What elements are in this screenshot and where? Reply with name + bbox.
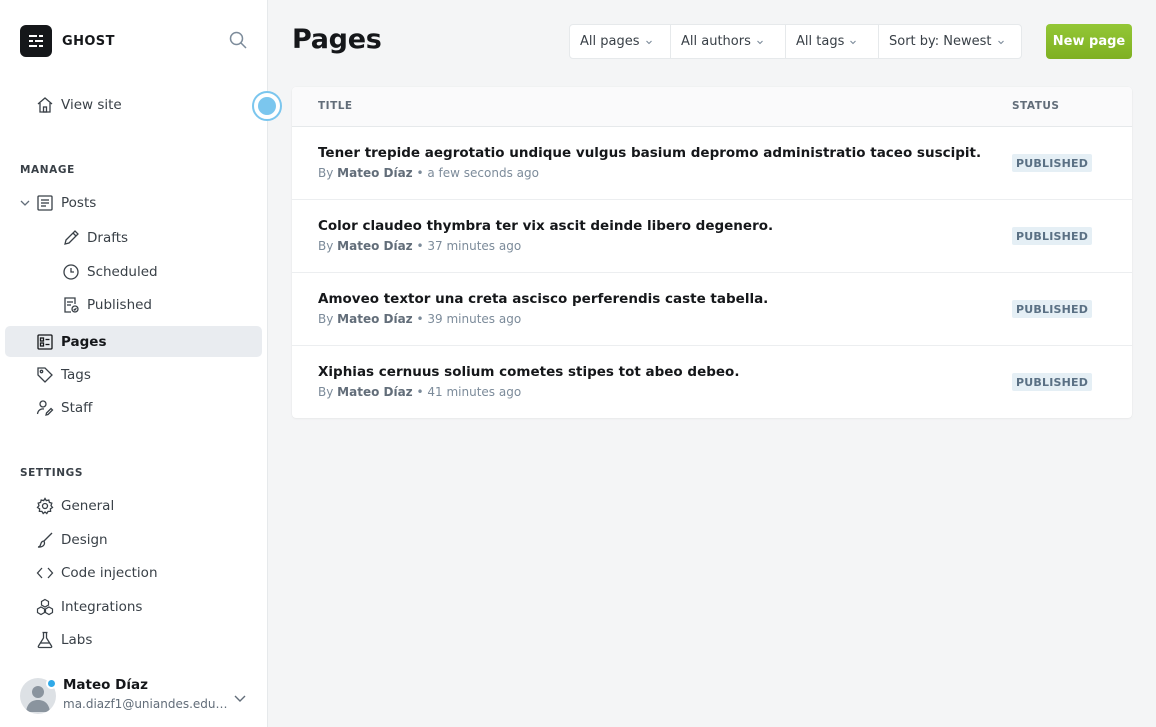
sidebar-item-label: Labs bbox=[61, 631, 93, 648]
page-title-cell[interactable]: Color claudeo thymbra ter vix ascit dein… bbox=[318, 218, 773, 234]
page-meta: By Mateo Díaz • 37 minutes ago bbox=[318, 239, 522, 253]
sidebar-item-label: Posts bbox=[61, 194, 97, 211]
sidebar-item-scheduled[interactable]: Scheduled bbox=[5, 256, 262, 287]
filter-label: All tags bbox=[796, 34, 845, 49]
sidebar-item-posts[interactable]: Posts bbox=[5, 187, 262, 218]
manage-heading: MANAGE bbox=[20, 164, 75, 176]
home-icon bbox=[36, 96, 54, 114]
notification-dot bbox=[46, 678, 57, 689]
sidebar-item-code-injection[interactable]: Code injection bbox=[5, 557, 262, 588]
table-row[interactable]: Tener trepide aegrotatio undique vulgus … bbox=[292, 127, 1132, 200]
user-email: ma.diazf1@uniandes.edu.co bbox=[63, 697, 228, 711]
page-meta: By Mateo Díaz • 39 minutes ago bbox=[318, 312, 522, 326]
brand-name: GHOST bbox=[62, 33, 115, 49]
filter-label: All pages bbox=[580, 34, 640, 49]
sidebar-item-published[interactable]: Published bbox=[5, 289, 262, 320]
sidebar-item-label: Tags bbox=[61, 366, 91, 383]
sidebar-item-label: Pages bbox=[61, 333, 107, 350]
table-row[interactable]: Color claudeo thymbra ter vix ascit dein… bbox=[292, 200, 1132, 273]
status-badge: PUBLISHED bbox=[1012, 373, 1093, 391]
sort-select[interactable]: Sort by: Newest bbox=[879, 25, 1021, 58]
sidebar-item-label: General bbox=[61, 497, 115, 514]
sidebar: GHOST View site MANAGE Posts Drafts Sche… bbox=[0, 0, 282, 727]
status-badge: PUBLISHED bbox=[1012, 300, 1093, 318]
sidebar-item-tags[interactable]: Tags bbox=[5, 359, 262, 390]
table-row[interactable]: Xiphias cernuus solium cometes stipes to… bbox=[292, 346, 1132, 419]
table-header: TITLE STATUS bbox=[292, 87, 1132, 127]
sidebar-item-label: Staff bbox=[61, 399, 93, 416]
page-title-cell[interactable]: Amoveo textor una creta ascisco perferen… bbox=[318, 291, 768, 307]
flask-icon bbox=[36, 631, 54, 649]
sidebar-item-general[interactable]: General bbox=[5, 490, 262, 521]
author-name: Mateo Díaz bbox=[337, 166, 413, 180]
chevron-down-icon[interactable] bbox=[19, 197, 31, 209]
filter-bar: All pages All authors All tags Sort by: … bbox=[569, 24, 1022, 59]
sidebar-item-label: View site bbox=[61, 96, 122, 113]
clock-icon bbox=[62, 263, 80, 281]
sidebar-item-label: Integrations bbox=[61, 598, 143, 615]
check-document-icon bbox=[62, 296, 80, 314]
cubes-icon bbox=[36, 598, 54, 616]
page-meta: By Mateo Díaz • 41 minutes ago bbox=[318, 385, 522, 399]
document-icon bbox=[36, 194, 54, 212]
filter-author-select[interactable]: All authors bbox=[671, 25, 786, 58]
user-name: Mateo Díaz bbox=[63, 677, 148, 693]
column-header-status: STATUS bbox=[1012, 100, 1060, 112]
filter-label: All authors bbox=[681, 34, 751, 49]
code-icon bbox=[36, 564, 54, 582]
chevron-down-icon[interactable] bbox=[233, 690, 247, 704]
pages-table: TITLE STATUS Tener trepide aegrotatio un… bbox=[292, 87, 1132, 418]
brand[interactable]: GHOST bbox=[20, 25, 115, 57]
brush-icon bbox=[36, 531, 54, 549]
page-title-cell[interactable]: Xiphias cernuus solium cometes stipes to… bbox=[318, 364, 739, 380]
page-title-cell[interactable]: Tener trepide aegrotatio undique vulgus … bbox=[318, 145, 981, 161]
pages-icon bbox=[36, 333, 54, 351]
column-header-title: TITLE bbox=[318, 100, 353, 112]
settings-heading: SETTINGS bbox=[20, 467, 83, 479]
user-pen-icon bbox=[36, 399, 54, 417]
sidebar-item-design[interactable]: Design bbox=[5, 524, 262, 555]
chevron-down-icon bbox=[756, 40, 763, 44]
sidebar-item-drafts[interactable]: Drafts bbox=[5, 222, 262, 253]
sidebar-item-label: Drafts bbox=[87, 229, 129, 246]
tag-icon bbox=[36, 366, 54, 384]
chevron-down-icon bbox=[997, 40, 1004, 44]
new-page-button[interactable]: New page bbox=[1046, 24, 1132, 59]
pencil-icon bbox=[62, 229, 80, 247]
status-badge: PUBLISHED bbox=[1012, 227, 1093, 245]
chevron-down-icon bbox=[645, 40, 652, 44]
table-row[interactable]: Amoveo textor una creta ascisco perferen… bbox=[292, 273, 1132, 346]
ghost-logo-icon bbox=[20, 25, 52, 57]
sidebar-item-label: Published bbox=[87, 296, 152, 313]
filter-tag-select[interactable]: All tags bbox=[786, 25, 879, 58]
sidebar-item-labs[interactable]: Labs bbox=[5, 624, 262, 655]
page-meta: By Mateo Díaz • a few seconds ago bbox=[318, 166, 539, 180]
sidebar-item-label: Design bbox=[61, 531, 108, 548]
notification-pulse-icon[interactable] bbox=[252, 91, 282, 121]
chevron-down-icon bbox=[850, 40, 857, 44]
author-name: Mateo Díaz bbox=[337, 312, 413, 326]
sidebar-item-view-site[interactable]: View site bbox=[5, 89, 262, 120]
gear-icon bbox=[36, 497, 54, 515]
status-badge: PUBLISHED bbox=[1012, 154, 1093, 172]
filter-type-select[interactable]: All pages bbox=[570, 25, 671, 58]
page-title: Pages bbox=[292, 24, 382, 55]
sidebar-item-label: Code injection bbox=[61, 564, 158, 581]
sidebar-item-staff[interactable]: Staff bbox=[5, 392, 262, 423]
author-name: Mateo Díaz bbox=[337, 385, 413, 399]
filter-label: Sort by: Newest bbox=[889, 34, 992, 49]
sidebar-item-label: Scheduled bbox=[87, 263, 158, 280]
author-name: Mateo Díaz bbox=[337, 239, 413, 253]
search-icon[interactable] bbox=[228, 30, 248, 50]
sidebar-item-integrations[interactable]: Integrations bbox=[5, 591, 262, 622]
sidebar-item-pages[interactable]: Pages bbox=[5, 326, 262, 357]
user-menu[interactable]: Mateo Díaz ma.diazf1@uniandes.edu.co bbox=[20, 676, 260, 716]
